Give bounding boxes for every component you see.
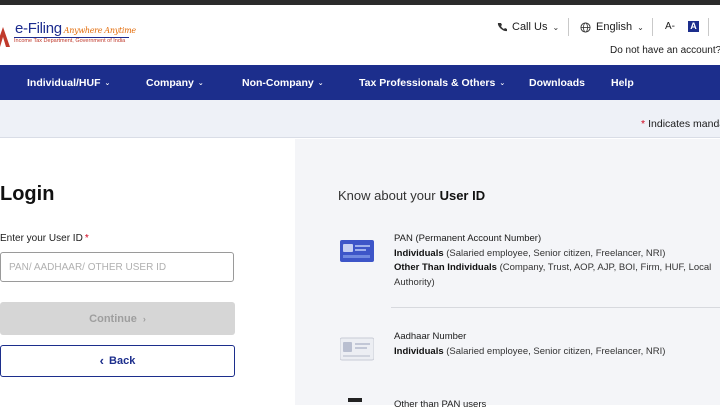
main-nav: Individual/HUF ⌄ Company ⌄ Non-Company ⌄ Ta… [0, 65, 720, 100]
individuals-desc: (Salaried employee, Senior citizen, Free… [446, 345, 666, 357]
chevron-right-icon: › [142, 313, 146, 324]
nav-label: Non-Company [242, 76, 314, 89]
header-separator [652, 18, 653, 36]
required-star: * [84, 233, 89, 244]
logo-subtitle: Income Tax Department, Government of Ind… [14, 38, 126, 44]
call-us-label: Call Us [512, 21, 548, 33]
aadhaar-heading: Aadhaar Number [394, 331, 467, 342]
decrease-font-button[interactable]: A- [665, 21, 675, 32]
pan-heading: PAN (Permanent Account Number) [394, 233, 542, 244]
chevron-down-icon: ⌄ [104, 79, 111, 87]
call-us-menu[interactable]: Call Us ⌄ [497, 21, 559, 33]
decrease-font-label: A- [665, 21, 675, 32]
default-font-label: A [688, 21, 699, 32]
nav-item-company[interactable]: Company ⌄ [146, 65, 204, 100]
no-account-link[interactable]: Do not have an account? [610, 45, 720, 56]
pan-individuals-line: Individuals (Salaried employee, Senior c… [394, 247, 720, 262]
header-separator [568, 18, 569, 36]
know-userid-title: Know about your User ID [338, 188, 485, 203]
divider [391, 307, 720, 308]
individuals-label: Individuals [394, 247, 444, 259]
other-users-heading: Other than PAN users [394, 399, 487, 410]
mandatory-note: * Indicates manda [641, 118, 720, 130]
nav-item-help[interactable]: Help [611, 65, 634, 100]
mandatory-bar: * Indicates manda [0, 100, 720, 138]
language-label: English [596, 21, 633, 33]
logo-emblem-icon [0, 27, 10, 47]
userid-input[interactable] [0, 252, 234, 282]
default-font-button[interactable]: A [688, 21, 699, 32]
pan-other-line: Other Than Individuals (Company, Trust, … [394, 261, 720, 290]
back-label: Back [109, 355, 136, 367]
aadhaar-individuals-line: Individuals (Salaried employee, Senior c… [394, 345, 720, 360]
pan-info-text: PAN (Permanent Account Number) Individua… [394, 232, 720, 290]
mandatory-note-text: Indicates manda [648, 118, 720, 130]
list-item-pan: PAN (Permanent Account Number) Individua… [338, 232, 720, 292]
chevron-down-icon: ⌄ [499, 79, 506, 87]
nav-item-tax-professionals[interactable]: Tax Professionals & Others ⌄ [359, 65, 505, 100]
nav-label: Individual/HUF [27, 76, 101, 89]
userid-label-text: Enter your User ID [0, 233, 83, 244]
login-panel: Login Enter your User ID* Continue › ‹ B… [0, 139, 295, 405]
language-selector[interactable]: English ⌄ [580, 21, 644, 33]
page-title: Login [0, 183, 55, 205]
userid-label: Enter your User ID * [0, 233, 89, 244]
continue-button[interactable]: Continue › [0, 302, 235, 335]
efiling-logo[interactable]: e-Filing Anywhere Anytime Income Tax Depa… [0, 17, 140, 57]
chevron-down-icon: ⌄ [317, 79, 324, 87]
header-separator [708, 18, 709, 36]
logo-tagline: Anywhere Anytime [63, 26, 136, 35]
nav-item-downloads[interactable]: Downloads [529, 65, 585, 100]
back-button[interactable]: ‹ Back [0, 345, 235, 377]
individuals-desc: (Salaried employee, Senior citizen, Free… [446, 247, 666, 259]
other-user-icon [348, 398, 362, 402]
continue-label: Continue [89, 312, 137, 325]
know-title-bold: User ID [439, 188, 486, 203]
chevron-left-icon: ‹ [99, 353, 105, 368]
know-title-prefix: Know about your [338, 188, 436, 203]
nav-item-non-company[interactable]: Non-Company ⌄ [242, 65, 324, 100]
nav-label: Tax Professionals & Others [359, 76, 496, 89]
nav-item-individual-huf[interactable]: Individual/HUF ⌄ [27, 65, 110, 100]
required-star: * [641, 118, 646, 130]
other-than-individuals-label: Other Than Individuals [394, 262, 497, 273]
list-item-aadhaar: Aadhaar Number Individuals (Salaried emp… [338, 330, 720, 370]
aadhaar-card-icon [340, 337, 374, 361]
nav-label: Company [146, 76, 194, 89]
nav-label: Downloads [529, 76, 586, 89]
nav-label: Help [611, 76, 634, 89]
chevron-down-icon: ⌄ [637, 22, 644, 32]
logo-title: e-Filing Anywhere Anytime [15, 20, 136, 37]
aadhaar-info-text: Aadhaar Number Individuals (Salaried emp… [394, 330, 720, 359]
globe-icon [580, 21, 591, 33]
phone-icon [497, 23, 507, 32]
chevron-down-icon: ⌄ [552, 22, 560, 32]
know-userid-panel: Know about your User ID PAN (Permanent Ac… [295, 139, 720, 410]
chevron-down-icon: ⌄ [197, 79, 204, 87]
list-item-other-users: Other than PAN users [338, 398, 720, 418]
site-header: e-Filing Anywhere Anytime Income Tax Depa… [0, 5, 720, 65]
individuals-label: Individuals [394, 345, 444, 357]
other-users-text: Other than PAN users [394, 398, 720, 413]
pan-card-icon [340, 240, 374, 262]
